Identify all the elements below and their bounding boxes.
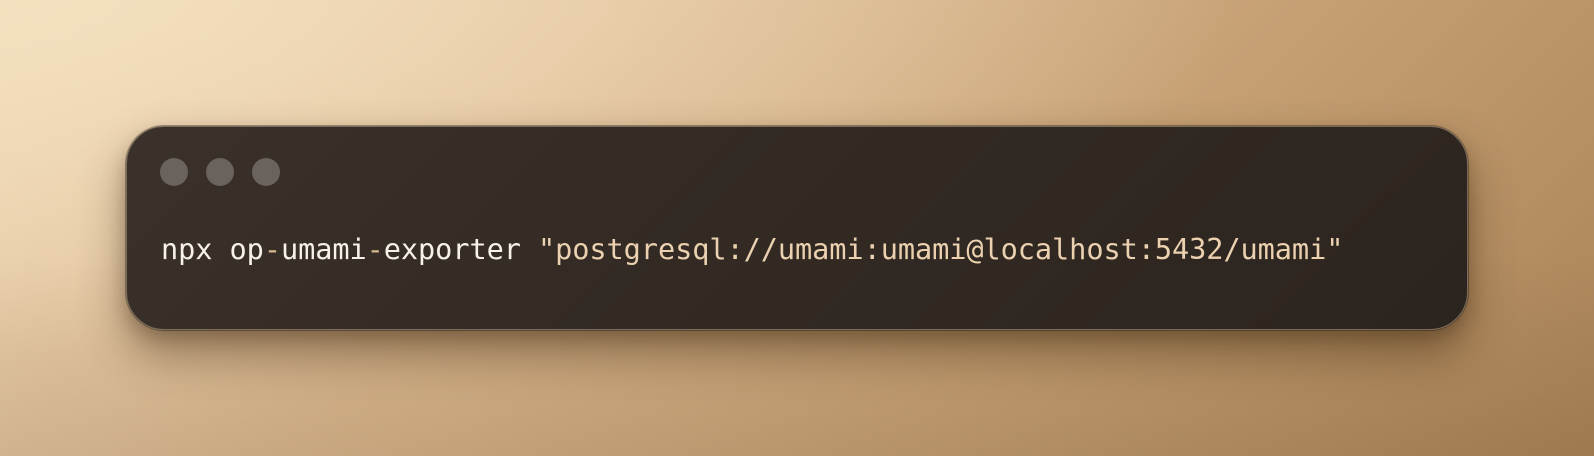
command-text: npx op	[161, 232, 264, 266]
command-dash: -	[366, 232, 384, 266]
command-dash: -	[263, 232, 281, 266]
window-control-icon[interactable]	[252, 158, 280, 186]
terminal-window: npx op-umami-exporter "postgresql://umam…	[126, 126, 1468, 330]
connection-string: "postgresql://umami:umami@localhost:5432…	[538, 232, 1344, 266]
command-text: exporter	[383, 232, 538, 266]
window-control-icon[interactable]	[160, 158, 188, 186]
command-text: umami	[280, 232, 367, 266]
window-control-icon[interactable]	[206, 158, 234, 186]
terminal-command[interactable]: npx op-umami-exporter "postgresql://umam…	[161, 225, 1343, 273]
window-controls	[160, 158, 280, 186]
